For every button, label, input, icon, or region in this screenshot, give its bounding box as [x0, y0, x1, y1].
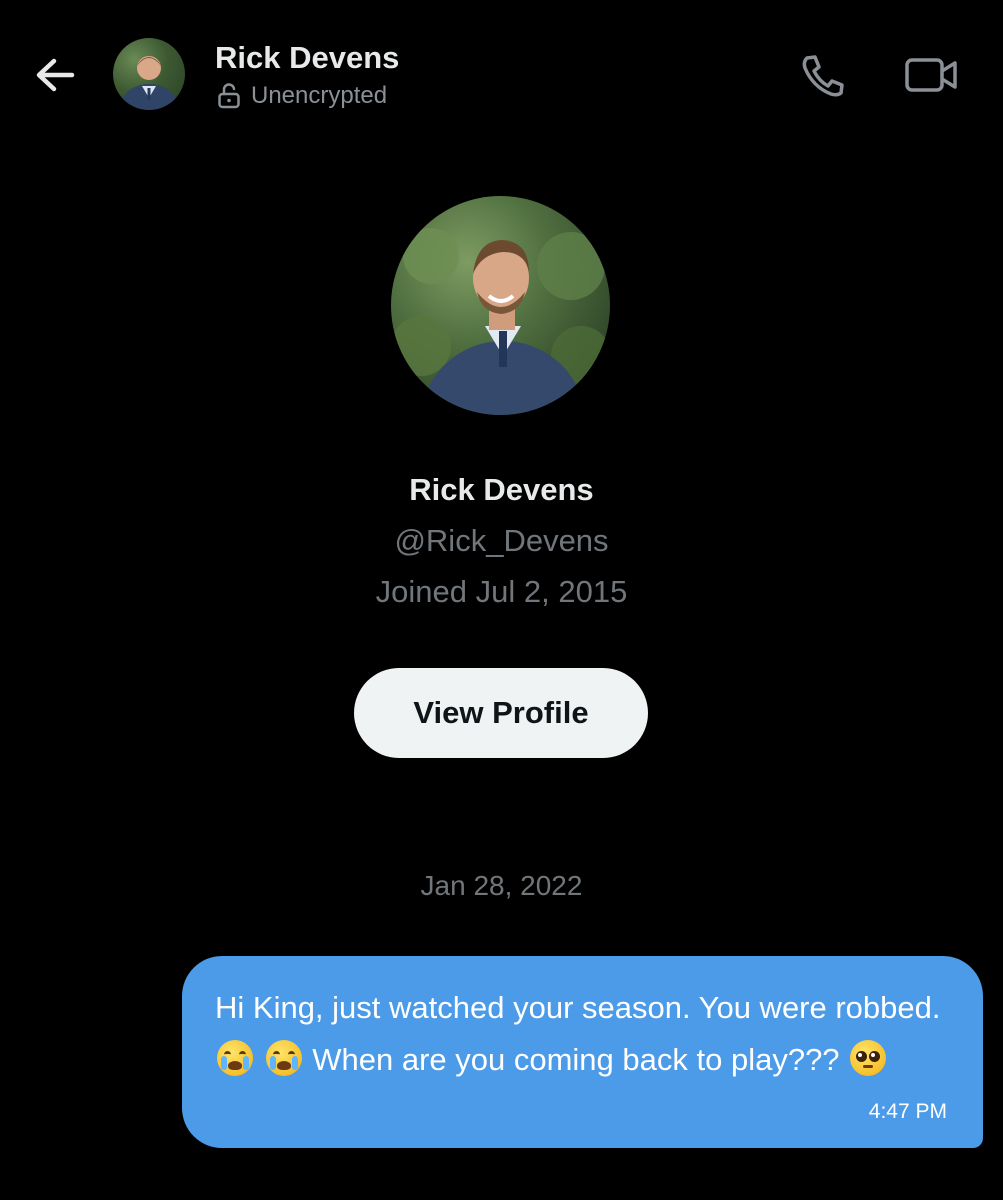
- message-bubble[interactable]: Hi King, just watched your season. You w…: [182, 956, 983, 1148]
- unlocked-padlock-icon: [218, 83, 240, 109]
- back-button[interactable]: [30, 52, 80, 98]
- voice-call-button[interactable]: [797, 52, 847, 98]
- encryption-status: Unencrypted: [217, 82, 387, 110]
- person-avatar-icon: [119, 56, 179, 110]
- back-arrow-icon: [36, 58, 75, 92]
- phone-icon: [802, 55, 844, 97]
- conversation-header: Rick Devens Unencrypted: [0, 0, 1003, 150]
- pleading-face-icon: [850, 1040, 887, 1076]
- header-avatar[interactable]: [113, 38, 185, 110]
- profile-name: Rick Devens: [409, 472, 594, 507]
- message-timestamp: 4:47 PM: [868, 1100, 947, 1123]
- encryption-status-label: Unencrypted: [251, 82, 388, 109]
- profile-avatar[interactable]: [391, 196, 610, 415]
- date-separator: Jan 28, 2022: [420, 870, 583, 901]
- view-profile-button[interactable]: View Profile: [354, 668, 648, 758]
- loudly-crying-face-icon: [217, 1040, 253, 1076]
- video-camera-icon: [905, 58, 957, 92]
- video-call-button[interactable]: [903, 52, 959, 98]
- message-text-part2: When are you coming back to play???: [312, 1042, 840, 1077]
- header-contact-name: Rick Devens: [215, 40, 400, 75]
- message-text: Hi King, just watched your season. You w…: [215, 982, 955, 1086]
- person-avatar-icon: [391, 228, 610, 415]
- message-text-part1: Hi King, just watched your season. You w…: [215, 990, 941, 1025]
- profile-joined-date: Joined Jul 2, 2015: [375, 574, 628, 609]
- profile-handle: @Rick_Devens: [394, 523, 609, 558]
- loudly-crying-face-icon: [265, 1040, 302, 1076]
